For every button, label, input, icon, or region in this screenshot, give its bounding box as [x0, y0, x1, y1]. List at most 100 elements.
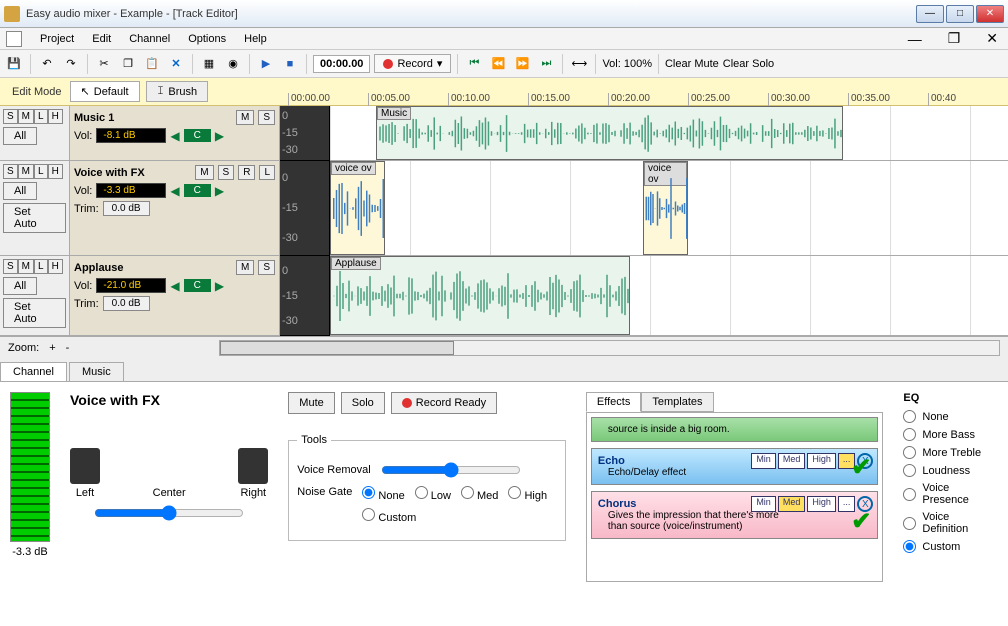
fx-echo-min[interactable]: Min [751, 453, 776, 469]
track-header[interactable]: Voice with FX M SRL Vol: -3.3 dB ◀ C ▶ T… [70, 161, 279, 256]
mdi-close[interactable]: ✕ [982, 30, 1002, 47]
fx-chorus-med[interactable]: Med [778, 496, 806, 512]
track-setauto-button[interactable]: Set Auto [3, 203, 66, 233]
eq-voicepres[interactable] [903, 488, 916, 501]
mdi-minimize[interactable]: — [904, 31, 926, 47]
waveform-row[interactable]: Music [330, 106, 1008, 161]
record-button[interactable]: Record▾ [374, 54, 451, 73]
track-size-m[interactable]: M [18, 109, 34, 124]
eq-loudness[interactable] [903, 464, 916, 477]
vol-slider[interactable]: -8.1 dB [96, 128, 166, 143]
mode-brush[interactable]: 𝙸Brush [146, 81, 209, 102]
track-size-l[interactable]: L [34, 109, 48, 124]
copy-icon[interactable]: ❐ [118, 54, 138, 74]
menu-channel[interactable]: Channel [129, 33, 170, 45]
eq-morebass[interactable] [903, 428, 916, 441]
ng-high[interactable]: High [508, 486, 547, 502]
fx-room[interactable]: source is inside a big room. [591, 417, 878, 442]
track-all-button[interactable]: All [3, 277, 37, 295]
tool2-icon[interactable]: ◉ [223, 54, 243, 74]
mute-button[interactable]: Mute [288, 392, 334, 414]
voice-removal-slider[interactable] [381, 462, 521, 478]
r-button[interactable]: R [238, 165, 255, 180]
pan-right-arrow[interactable]: ▶ [215, 184, 224, 198]
track-size-h[interactable]: H [48, 164, 63, 179]
zoom-in[interactable]: + [49, 342, 55, 354]
horizontal-scrollbar[interactable] [219, 340, 1000, 356]
waveform-area[interactable]: Music voice ov voice ov Applause [330, 106, 1008, 336]
undo-icon[interactable]: ↶ [37, 54, 57, 74]
pan-slider[interactable] [94, 505, 244, 521]
track-size-l[interactable]: L [34, 259, 48, 274]
track-size-s[interactable]: S [3, 259, 18, 274]
solo-toggle[interactable]: S [258, 260, 275, 275]
track-all-button[interactable]: All [3, 127, 37, 145]
fx-chorus-min[interactable]: Min [751, 496, 776, 512]
audio-clip[interactable]: Applause [330, 256, 630, 335]
solo-button[interactable]: Solo [341, 392, 385, 414]
vol-slider[interactable]: -21.0 dB [96, 278, 166, 293]
effects-list[interactable]: source is inside a big room. Echo Min Me… [586, 412, 883, 582]
audio-clip[interactable]: voice ov [643, 161, 688, 255]
pan-value[interactable]: C [184, 184, 211, 197]
cut-icon[interactable]: ✂ [94, 54, 114, 74]
audio-clip[interactable]: voice ov [330, 161, 385, 255]
tab-channel[interactable]: Channel [0, 362, 67, 381]
track-all-button[interactable]: All [3, 182, 37, 200]
tab-music[interactable]: Music [69, 362, 124, 381]
menu-edit[interactable]: Edit [92, 33, 111, 45]
rewind-icon[interactable]: ⏪ [488, 54, 508, 74]
measure-icon[interactable]: ⟷ [569, 54, 589, 74]
clear-solo[interactable]: Clear Solo [723, 58, 774, 70]
maximize-button[interactable]: □ [946, 5, 974, 23]
time-ruler[interactable]: 00:00.0000:05.0000:10.0000:15.0000:20.00… [224, 78, 1008, 106]
tool1-icon[interactable]: ▦ [199, 54, 219, 74]
pan-left-arrow[interactable]: ◀ [170, 129, 179, 143]
track-size-h[interactable]: H [48, 109, 63, 124]
menu-project[interactable]: Project [40, 33, 74, 45]
pan-left-arrow[interactable]: ◀ [170, 279, 179, 293]
waveform-row[interactable]: Applause [330, 256, 1008, 336]
mute-toggle[interactable]: M [236, 260, 254, 275]
mute-toggle[interactable]: M [195, 165, 213, 180]
eq-moretreble[interactable] [903, 446, 916, 459]
vol-slider[interactable]: -3.3 dB [96, 183, 166, 198]
play-icon[interactable]: ▶ [256, 54, 276, 74]
track-header[interactable]: Music 1 M S Vol: -8.1 dB ◀ C ▶ [70, 106, 279, 161]
eq-custom[interactable] [903, 540, 916, 553]
menu-help[interactable]: Help [244, 33, 267, 45]
close-button[interactable]: ✕ [976, 5, 1004, 23]
app-menu-icon[interactable] [6, 31, 22, 47]
ng-none[interactable]: None [362, 486, 404, 502]
minimize-button[interactable]: — [916, 5, 944, 23]
fx-echo[interactable]: Echo Min Med High ... X Echo/Delay effec… [591, 448, 878, 485]
track-size-m[interactable]: M [18, 259, 34, 274]
paste-icon[interactable]: 📋 [142, 54, 162, 74]
fx-echo-high[interactable]: High [807, 453, 836, 469]
fx-chorus-high[interactable]: High [807, 496, 836, 512]
eq-none[interactable] [903, 410, 916, 423]
scrollbar-thumb[interactable] [220, 341, 454, 355]
pan-right-arrow[interactable]: ▶ [215, 279, 224, 293]
mdi-restore[interactable]: ❐ [944, 30, 965, 47]
tab-effects[interactable]: Effects [586, 392, 641, 412]
pan-right-arrow[interactable]: ▶ [215, 129, 224, 143]
pan-value[interactable]: C [184, 129, 211, 142]
redo-icon[interactable]: ↷ [61, 54, 81, 74]
ng-low[interactable]: Low [415, 486, 451, 502]
clear-mute[interactable]: Clear Mute [665, 58, 719, 70]
fx-chorus[interactable]: Chorus Min Med High ... X Gives the impr… [591, 491, 878, 539]
skip-end-icon[interactable]: ⏭ [536, 54, 556, 74]
solo-toggle[interactable]: S [218, 165, 235, 180]
zoom-out[interactable]: - [66, 342, 70, 354]
fx-echo-med[interactable]: Med [778, 453, 806, 469]
stop-icon[interactable]: ■ [280, 54, 300, 74]
pan-value[interactable]: C [184, 279, 211, 292]
trim-value[interactable]: 0.0 dB [103, 296, 150, 311]
save-icon[interactable]: 💾 [4, 54, 24, 74]
waveform-row[interactable]: voice ov voice ov [330, 161, 1008, 256]
track-setauto-button[interactable]: Set Auto [3, 298, 66, 328]
pan-left-arrow[interactable]: ◀ [170, 184, 179, 198]
ng-med[interactable]: Med [461, 486, 498, 502]
track-size-l[interactable]: L [34, 164, 48, 179]
